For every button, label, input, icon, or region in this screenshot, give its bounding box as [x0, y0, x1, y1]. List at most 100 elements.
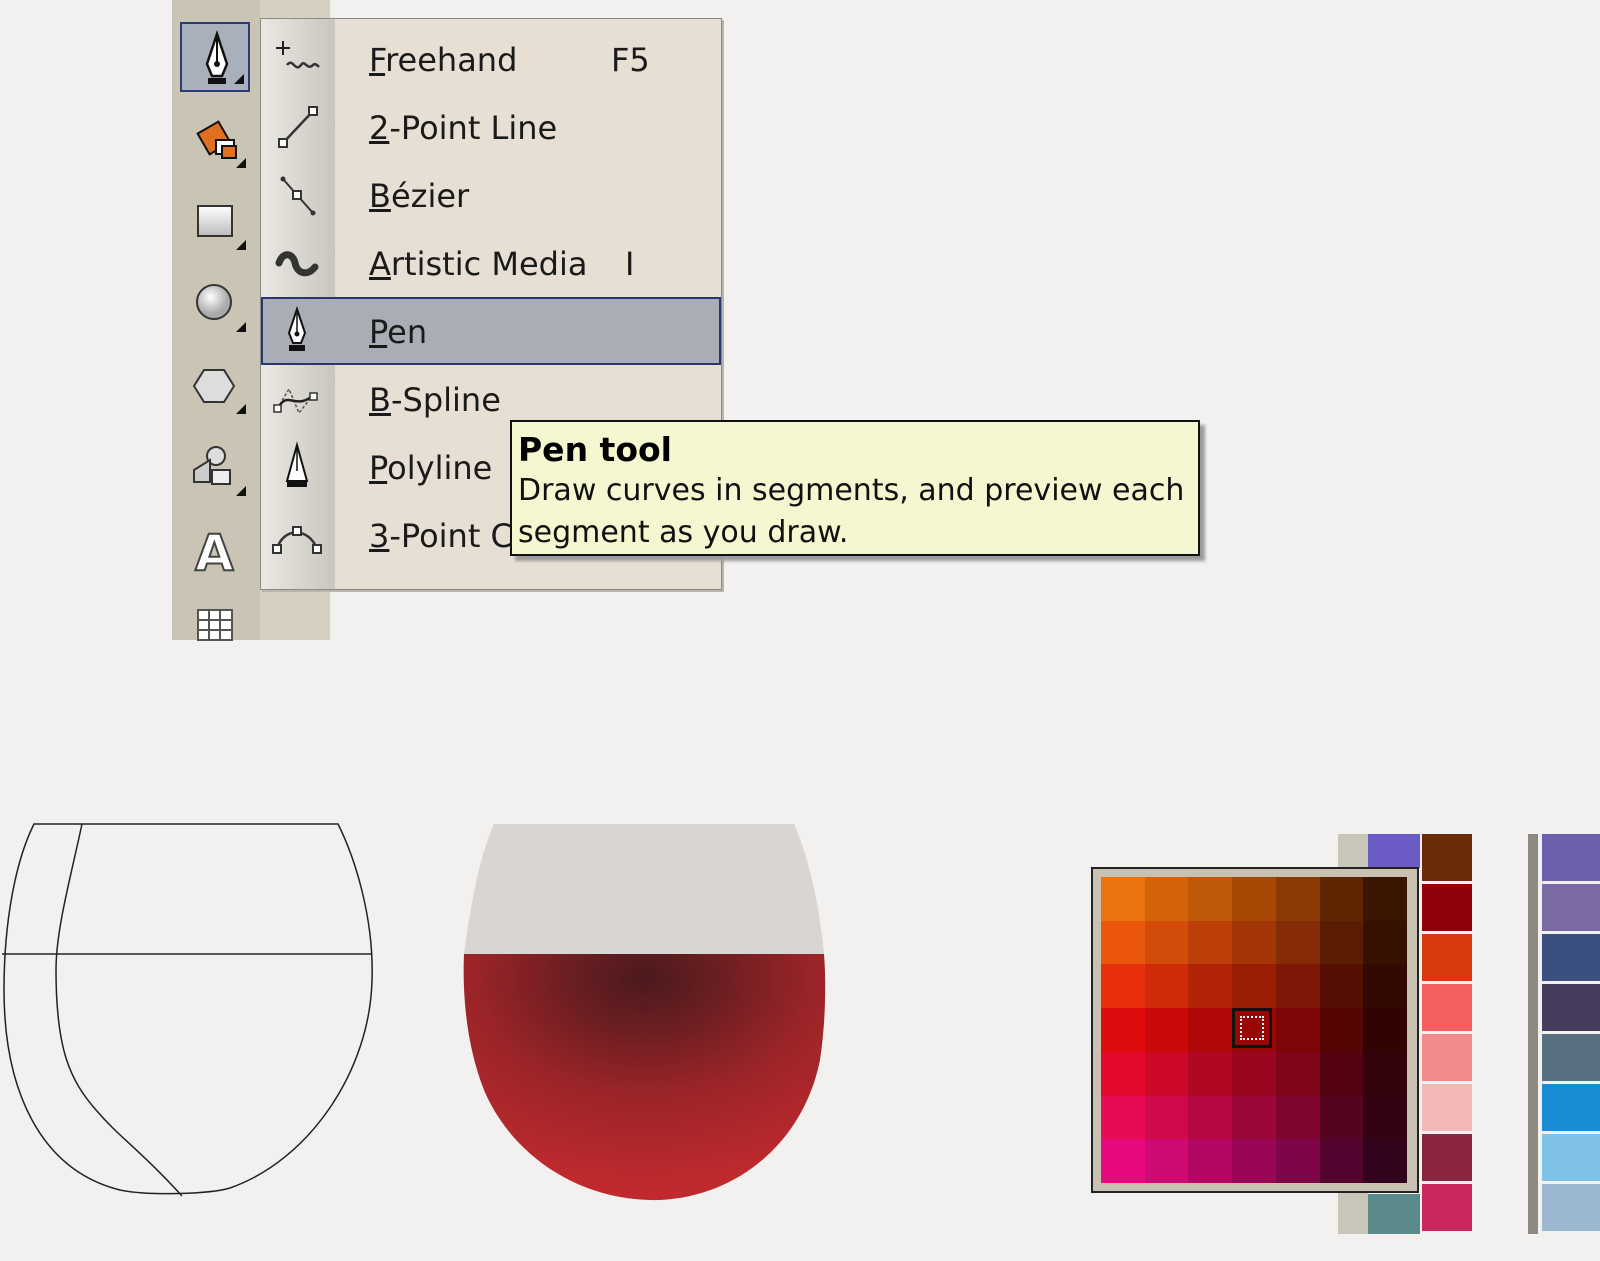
color-swatch[interactable] [1319, 1139, 1364, 1183]
color-swatch[interactable] [1319, 877, 1364, 921]
color-swatch[interactable] [1275, 1095, 1320, 1140]
palette-swatch[interactable] [1368, 834, 1420, 868]
color-swatch[interactable] [1101, 964, 1145, 1009]
color-swatch[interactable] [1144, 920, 1189, 965]
color-swatch[interactable] [1188, 1051, 1233, 1096]
color-swatch[interactable] [1319, 1008, 1364, 1052]
color-swatch[interactable] [1188, 964, 1233, 1009]
menu-item-freehand[interactable]: Freehand F5 [261, 25, 721, 93]
text-tool-button[interactable]: A [180, 514, 250, 584]
flyout-arrow-icon [236, 322, 246, 332]
color-swatch[interactable] [1232, 964, 1276, 1009]
wine-fill [463, 954, 826, 1201]
text-tool-icon: A [194, 523, 235, 583]
palette-swatch[interactable] [1542, 834, 1600, 881]
color-swatch[interactable] [1319, 920, 1364, 965]
menu-item-label: Artistic Media [369, 245, 588, 283]
color-swatch[interactable] [1101, 920, 1145, 965]
artistic-media-icon [269, 237, 325, 289]
color-swatch[interactable] [1319, 1051, 1364, 1096]
color-swatch[interactable] [1275, 1139, 1320, 1183]
palette-swatch[interactable] [1422, 1084, 1472, 1131]
menu-item-shortcut: I [625, 245, 635, 283]
freehand-icon [269, 33, 325, 85]
color-swatch[interactable] [1144, 1051, 1189, 1096]
color-swatch[interactable] [1363, 877, 1407, 921]
menu-item-bezier[interactable]: Bézier [261, 161, 721, 229]
color-swatch[interactable] [1232, 1051, 1276, 1096]
pen-tool-button[interactable] [180, 22, 250, 92]
color-swatch[interactable] [1232, 877, 1276, 921]
palette-swatch[interactable] [1542, 884, 1600, 931]
color-swatch[interactable] [1188, 1008, 1233, 1052]
color-swatch[interactable] [1188, 1139, 1233, 1183]
palette-scrollbar[interactable] [1528, 834, 1538, 1234]
color-swatch[interactable] [1144, 1008, 1189, 1052]
flyout-arrow-icon [234, 74, 244, 84]
polygon-tool-button[interactable] [180, 350, 250, 420]
color-swatch[interactable] [1232, 920, 1276, 965]
palette-swatch[interactable] [1422, 934, 1472, 981]
color-swatch[interactable] [1101, 877, 1145, 921]
palette-swatch[interactable] [1422, 984, 1472, 1031]
rectangle-tool-button[interactable] [180, 186, 250, 256]
color-swatch[interactable] [1363, 1139, 1407, 1183]
color-swatch[interactable] [1232, 1095, 1276, 1140]
menu-item-label: Freehand [369, 41, 518, 79]
palette-swatch[interactable] [1542, 934, 1600, 981]
palette-swatch[interactable] [1542, 1084, 1600, 1131]
color-swatch[interactable] [1101, 1051, 1145, 1096]
color-swatch[interactable] [1232, 1139, 1276, 1183]
color-picker-popup [1091, 867, 1419, 1193]
table-tool-button[interactable] [180, 596, 250, 666]
palette-swatch[interactable] [1422, 1134, 1472, 1181]
color-swatch[interactable] [1275, 877, 1320, 921]
interactive-fill-tool-button[interactable] [180, 104, 250, 174]
palette-swatch[interactable] [1542, 984, 1600, 1031]
color-swatch[interactable] [1144, 964, 1189, 1009]
color-swatch[interactable] [1363, 964, 1407, 1009]
color-swatch[interactable] [1319, 1095, 1364, 1140]
ellipse-tool-button[interactable] [180, 268, 250, 338]
palette-swatch[interactable] [1422, 1034, 1472, 1081]
palette-swatch[interactable] [1368, 1194, 1420, 1234]
palette-swatch[interactable] [1542, 1034, 1600, 1081]
pen-icon [269, 305, 325, 357]
palette-swatch[interactable] [1422, 834, 1472, 881]
color-swatch[interactable] [1275, 1008, 1320, 1052]
color-swatch[interactable] [1144, 877, 1189, 921]
two-point-line-icon [269, 101, 325, 153]
color-swatch[interactable] [1188, 877, 1233, 921]
color-swatch[interactable] [1319, 964, 1364, 1009]
color-swatch[interactable] [1363, 920, 1407, 965]
polyline-icon [269, 441, 325, 493]
menu-item-pen[interactable]: Pen [261, 297, 721, 365]
color-palette-right [1528, 834, 1600, 1234]
color-swatch[interactable] [1144, 1095, 1189, 1140]
menu-item-artistic-media[interactable]: Artistic Media I [261, 229, 721, 297]
color-swatch[interactable] [1363, 1095, 1407, 1140]
b-spline-icon [269, 373, 325, 425]
color-swatch[interactable] [1275, 1051, 1320, 1096]
color-swatch[interactable] [1363, 1051, 1407, 1096]
menu-item-2-point-line[interactable]: 2-Point Line [261, 93, 721, 161]
palette-swatch[interactable] [1422, 1184, 1472, 1231]
color-swatch[interactable] [1101, 1139, 1145, 1183]
color-swatch[interactable] [1363, 1008, 1407, 1052]
color-swatch[interactable] [1188, 920, 1233, 965]
palette-swatch[interactable] [1542, 1184, 1600, 1231]
three-point-curve-icon [269, 509, 325, 561]
color-swatch[interactable] [1101, 1095, 1145, 1140]
basic-shapes-tool-button[interactable] [180, 432, 250, 502]
palette-swatch[interactable] [1422, 884, 1472, 931]
menu-item-shortcut: F5 [611, 41, 650, 79]
color-swatch[interactable] [1188, 1095, 1233, 1140]
tooltip-description: Draw curves in segments, and preview eac… [518, 473, 1185, 550]
glass-highlight-line [55, 823, 183, 1197]
flyout-arrow-icon [236, 486, 246, 496]
color-swatch[interactable] [1144, 1139, 1189, 1183]
color-swatch[interactable] [1275, 964, 1320, 1009]
color-swatch[interactable] [1275, 920, 1320, 965]
palette-swatch[interactable] [1542, 1134, 1600, 1181]
color-swatch[interactable] [1101, 1008, 1145, 1052]
